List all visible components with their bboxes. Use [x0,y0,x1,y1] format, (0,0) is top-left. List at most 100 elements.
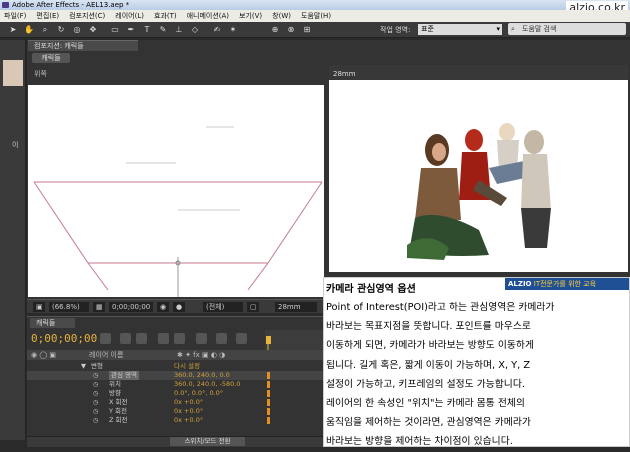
brush-tool-icon[interactable]: ✎ [158,25,168,35]
orbit-camera-icon[interactable]: ◎ [72,25,82,35]
caption-body: Point of Interest(POI)라고 하는 관심영역은 카메라가 바… [326,298,628,452]
help-search-input[interactable]: ⌕ 도움말 검색 [508,23,626,35]
hand-tool-icon[interactable]: ✋ [24,25,34,35]
stopwatch-icon[interactable]: ◷ [93,371,98,380]
channel-icon[interactable]: ● [173,302,185,312]
timeline-row-z-rotation[interactable]: ◷ Z 회전 0x +0.0° [27,416,325,425]
stopwatch-icon[interactable]: ◷ [93,398,98,407]
motion-blur-icon[interactable] [174,333,185,344]
timeline-row-point-of-interest[interactable]: ◷ 관심 영역 360.0, 240.0, 0.0 [27,371,325,380]
pen-tool-icon[interactable]: ✒ [126,25,136,35]
brainstorm-icon[interactable] [216,333,227,344]
after-effects-icon [2,2,9,8]
draft-3d-icon[interactable] [120,333,131,344]
keyframe-marker[interactable] [267,390,270,397]
project-thumbnail [3,60,23,86]
av-switch-icons: ◉ ◯ ▣ [31,351,57,359]
type-tool-icon[interactable]: T [142,25,152,35]
timeline-row-position[interactable]: ◷ 위치 360.0, 240.0, -580.0 [27,380,325,389]
caption-line: Point of Interest(POI)라고 하는 관심영역은 카메라가 [326,302,555,313]
caption-title: 카메라 관심영역 옵션 [326,284,416,295]
camera-view-viewer[interactable] [329,80,628,272]
menu-help[interactable]: 도움말(H) [301,10,331,22]
layer-name-header: 레이어 이름 [89,351,124,359]
roto-brush-icon[interactable]: ✍ [212,25,222,35]
timeline-row-x-rotation[interactable]: ◷ X 회전 0x +0.0° [27,398,325,407]
roi-icon[interactable]: ▢ [247,302,259,312]
frame-blending-icon[interactable] [158,333,169,344]
timeline-row-orientation[interactable]: ◷ 방향 0.0°, 0.0°, 0.0° [27,389,325,398]
menu-view[interactable]: 보기(V) [239,10,262,22]
keyframe-marker[interactable] [267,417,270,424]
menu-bar: 파일(F) 편집(E) 컴포지션(C) 레이어(L) 효과(T) 애니메이션(A… [0,10,630,22]
expand-arrow-icon[interactable]: ▼ [81,362,86,371]
camera-wireframe [33,126,323,297]
clone-stamp-icon[interactable]: ⊥ [174,25,184,35]
menu-animation[interactable]: 애니메이션(A) [187,10,229,22]
switches-header-icons: ✱ ✦ fx ▣ ◐ ◑ [177,351,226,359]
rotate-tool-icon[interactable]: ↻ [56,25,66,35]
stopwatch-icon[interactable]: ◷ [93,407,98,416]
caption-line: 됩니다. 길게 혹은, 짧게 이동이 가능하며, X, Y, Z [326,359,531,371]
alzio-badge: ALZIO IT전문가를 위한 교육 [505,278,629,290]
caption-line: 바라보는 목표지점을 뜻합니다. 포인트를 마우스로 [326,321,531,333]
stopwatch-icon[interactable]: ◷ [93,389,98,398]
caption-line: 레이어의 한 속성인 "위치"는 카메라 몸통 전체의 [326,398,525,410]
caption-line: 바라보는 방향을 제어하는 차이점이 있습니다. [326,436,513,448]
menu-effect[interactable]: 효과(T) [154,10,177,22]
menu-file[interactable]: 파일(F) [4,10,26,22]
menu-composition[interactable]: 컴포지션(C) [69,10,105,22]
keyframe-marker[interactable] [267,408,270,415]
shy-layers-icon[interactable] [136,333,147,344]
view-b-header [329,65,628,80]
puppet-pin-icon[interactable]: ✶ [228,25,238,35]
axis-local-icon[interactable]: ⊕ [270,25,280,35]
resolution-select[interactable]: (전체) [203,302,243,312]
timeline-timecode[interactable]: 0;00;00;00 [31,332,97,345]
composition-subtab[interactable]: 캐릭들 [32,53,70,63]
grid-icon[interactable]: ▦ [93,302,105,312]
axis-world-icon[interactable]: ⊗ [286,25,296,35]
zoom-tool-icon[interactable]: ⌕ [40,25,50,35]
badge-text: IT전문가를 위한 교육 [533,280,597,288]
always-preview-icon[interactable]: ▣ [33,302,45,312]
eraser-tool-icon[interactable]: ◇ [190,25,200,35]
timeline-row-y-rotation[interactable]: ◷ Y 회전 0x +0.0° [27,407,325,416]
stopwatch-icon[interactable]: ◷ [93,380,98,389]
view-b-label: 28mm [333,70,356,78]
caption-line: 움직임을 제어하는 것이라면, 관심영역은 카메라가 [326,417,531,429]
axis-view-icon[interactable]: ⊞ [302,25,312,35]
top-view-viewer[interactable] [28,85,324,297]
keyframe-marker[interactable] [267,372,270,379]
menu-edit[interactable]: 편집(E) [36,10,59,22]
rectangle-tool-icon[interactable]: ▭ [110,25,120,35]
workspace-label: 작업 영역: [380,26,411,34]
comp-mini-flowchart-icon[interactable] [100,333,111,344]
timecode-display[interactable]: 0;00;00;00 [109,302,153,312]
keyframe-marker[interactable] [267,399,270,406]
menu-window[interactable]: 창(W) [272,10,291,22]
magnification-select[interactable]: (66.8%) [49,302,89,312]
chevron-down-icon: ▾ [496,25,500,33]
pan-behind-tool-icon[interactable]: ✥ [88,25,98,35]
stopwatch-icon[interactable]: ◷ [93,416,98,425]
graph-editor-icon[interactable] [196,333,207,344]
characters-image [407,123,551,260]
caption-line: 이동하게 되면, 카메라가 바라보는 방향도 이동하게 [326,340,534,352]
selection-tool-icon[interactable]: ➤ [8,25,18,35]
tab-composition[interactable]: 컴포지션: 캐릭들 [28,40,138,51]
workspace-select[interactable]: 표준 ▾ [418,24,502,35]
timeline-row-transform[interactable]: ▼ 변형 다시 설정 [27,362,325,371]
project-panel-label: 이 [12,141,19,149]
toggle-switches-modes-button[interactable]: 스위치/모드 전환 [170,437,245,446]
live-update-icon[interactable] [236,333,247,344]
tab-timeline[interactable]: 캐릭들 [30,318,75,328]
keyframe-marker[interactable] [267,381,270,388]
badge-brand: ALZIO [508,280,532,288]
active-camera-select[interactable]: 28mm [275,302,317,312]
menu-layer[interactable]: 레이어(L) [115,10,144,22]
window-title: Adobe After Effects - AEL13.aep * [12,1,130,9]
snapshot-icon[interactable]: ◉ [157,302,169,312]
view-a-label: 위쪽 [34,70,47,78]
timeline-column-header: ◉ ◯ ▣ 레이어 이름 ✱ ✦ fx ▣ ◐ ◑ [27,350,325,360]
